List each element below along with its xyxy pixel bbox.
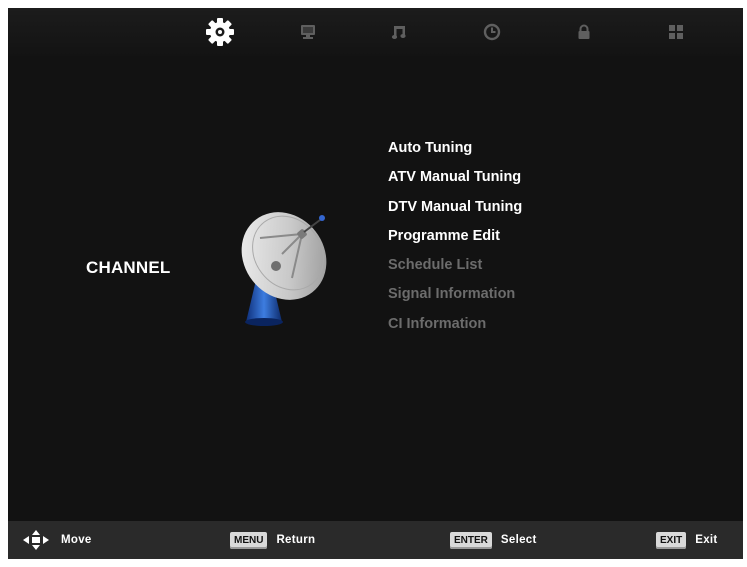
- satellite-dish-icon: [232, 204, 332, 333]
- tab-setup[interactable]: [204, 16, 236, 48]
- monitor-icon: [301, 25, 315, 39]
- hint-select-label: Select: [500, 534, 537, 546]
- hint-move-label: Move: [61, 534, 92, 546]
- gear-icon: [206, 18, 234, 46]
- clock-icon: [483, 23, 501, 41]
- menu-item-dtv-manual-tuning[interactable]: DTV Manual Tuning: [388, 197, 522, 226]
- tab-picture[interactable]: [292, 16, 324, 48]
- grid-icon: [669, 25, 683, 39]
- menu-item-signal-information: Signal Information: [388, 286, 516, 303]
- exit-key: EXIT: [656, 531, 687, 549]
- enter-key: ENTER: [450, 531, 492, 549]
- menu-item-atv-manual-tuning[interactable]: ATV Manual Tuning: [388, 167, 522, 196]
- tab-lock[interactable]: [568, 16, 600, 48]
- hint-exit-label: Exit: [695, 534, 718, 546]
- lock-icon: [578, 24, 590, 39]
- music-icon: [391, 26, 406, 39]
- hint-return-label: Return: [276, 534, 316, 546]
- menu-item-ci-information: CI Information: [388, 315, 487, 332]
- top-menu-bar: [8, 8, 743, 56]
- tab-time[interactable]: [476, 16, 508, 48]
- hint-return: MENU Return: [230, 521, 315, 559]
- category-title: CHANNEL: [86, 258, 171, 277]
- menu-item-auto-tuning[interactable]: Auto Tuning: [388, 138, 522, 167]
- menu-item-schedule-list: Schedule List: [388, 257, 483, 274]
- footer-hint-bar: Move MENU Return ENTER Select EXIT Exit: [8, 521, 743, 559]
- hint-move: Move: [21, 521, 92, 559]
- tab-sound[interactable]: [383, 16, 415, 48]
- channel-menu-list: Auto Tuning ATV Manual Tuning DTV Manual…: [388, 138, 522, 343]
- menu-item-programme-edit[interactable]: Programme Edit: [388, 226, 522, 255]
- hint-exit: EXIT Exit: [656, 521, 718, 559]
- arrows-icon: [23, 530, 49, 550]
- tab-options[interactable]: [660, 16, 692, 48]
- menu-key: MENU: [230, 531, 268, 549]
- tv-osd-screen: CHANNEL Auto Tuning ATV Manual Tuning DT…: [8, 8, 743, 559]
- hint-select: ENTER Select: [450, 521, 537, 559]
